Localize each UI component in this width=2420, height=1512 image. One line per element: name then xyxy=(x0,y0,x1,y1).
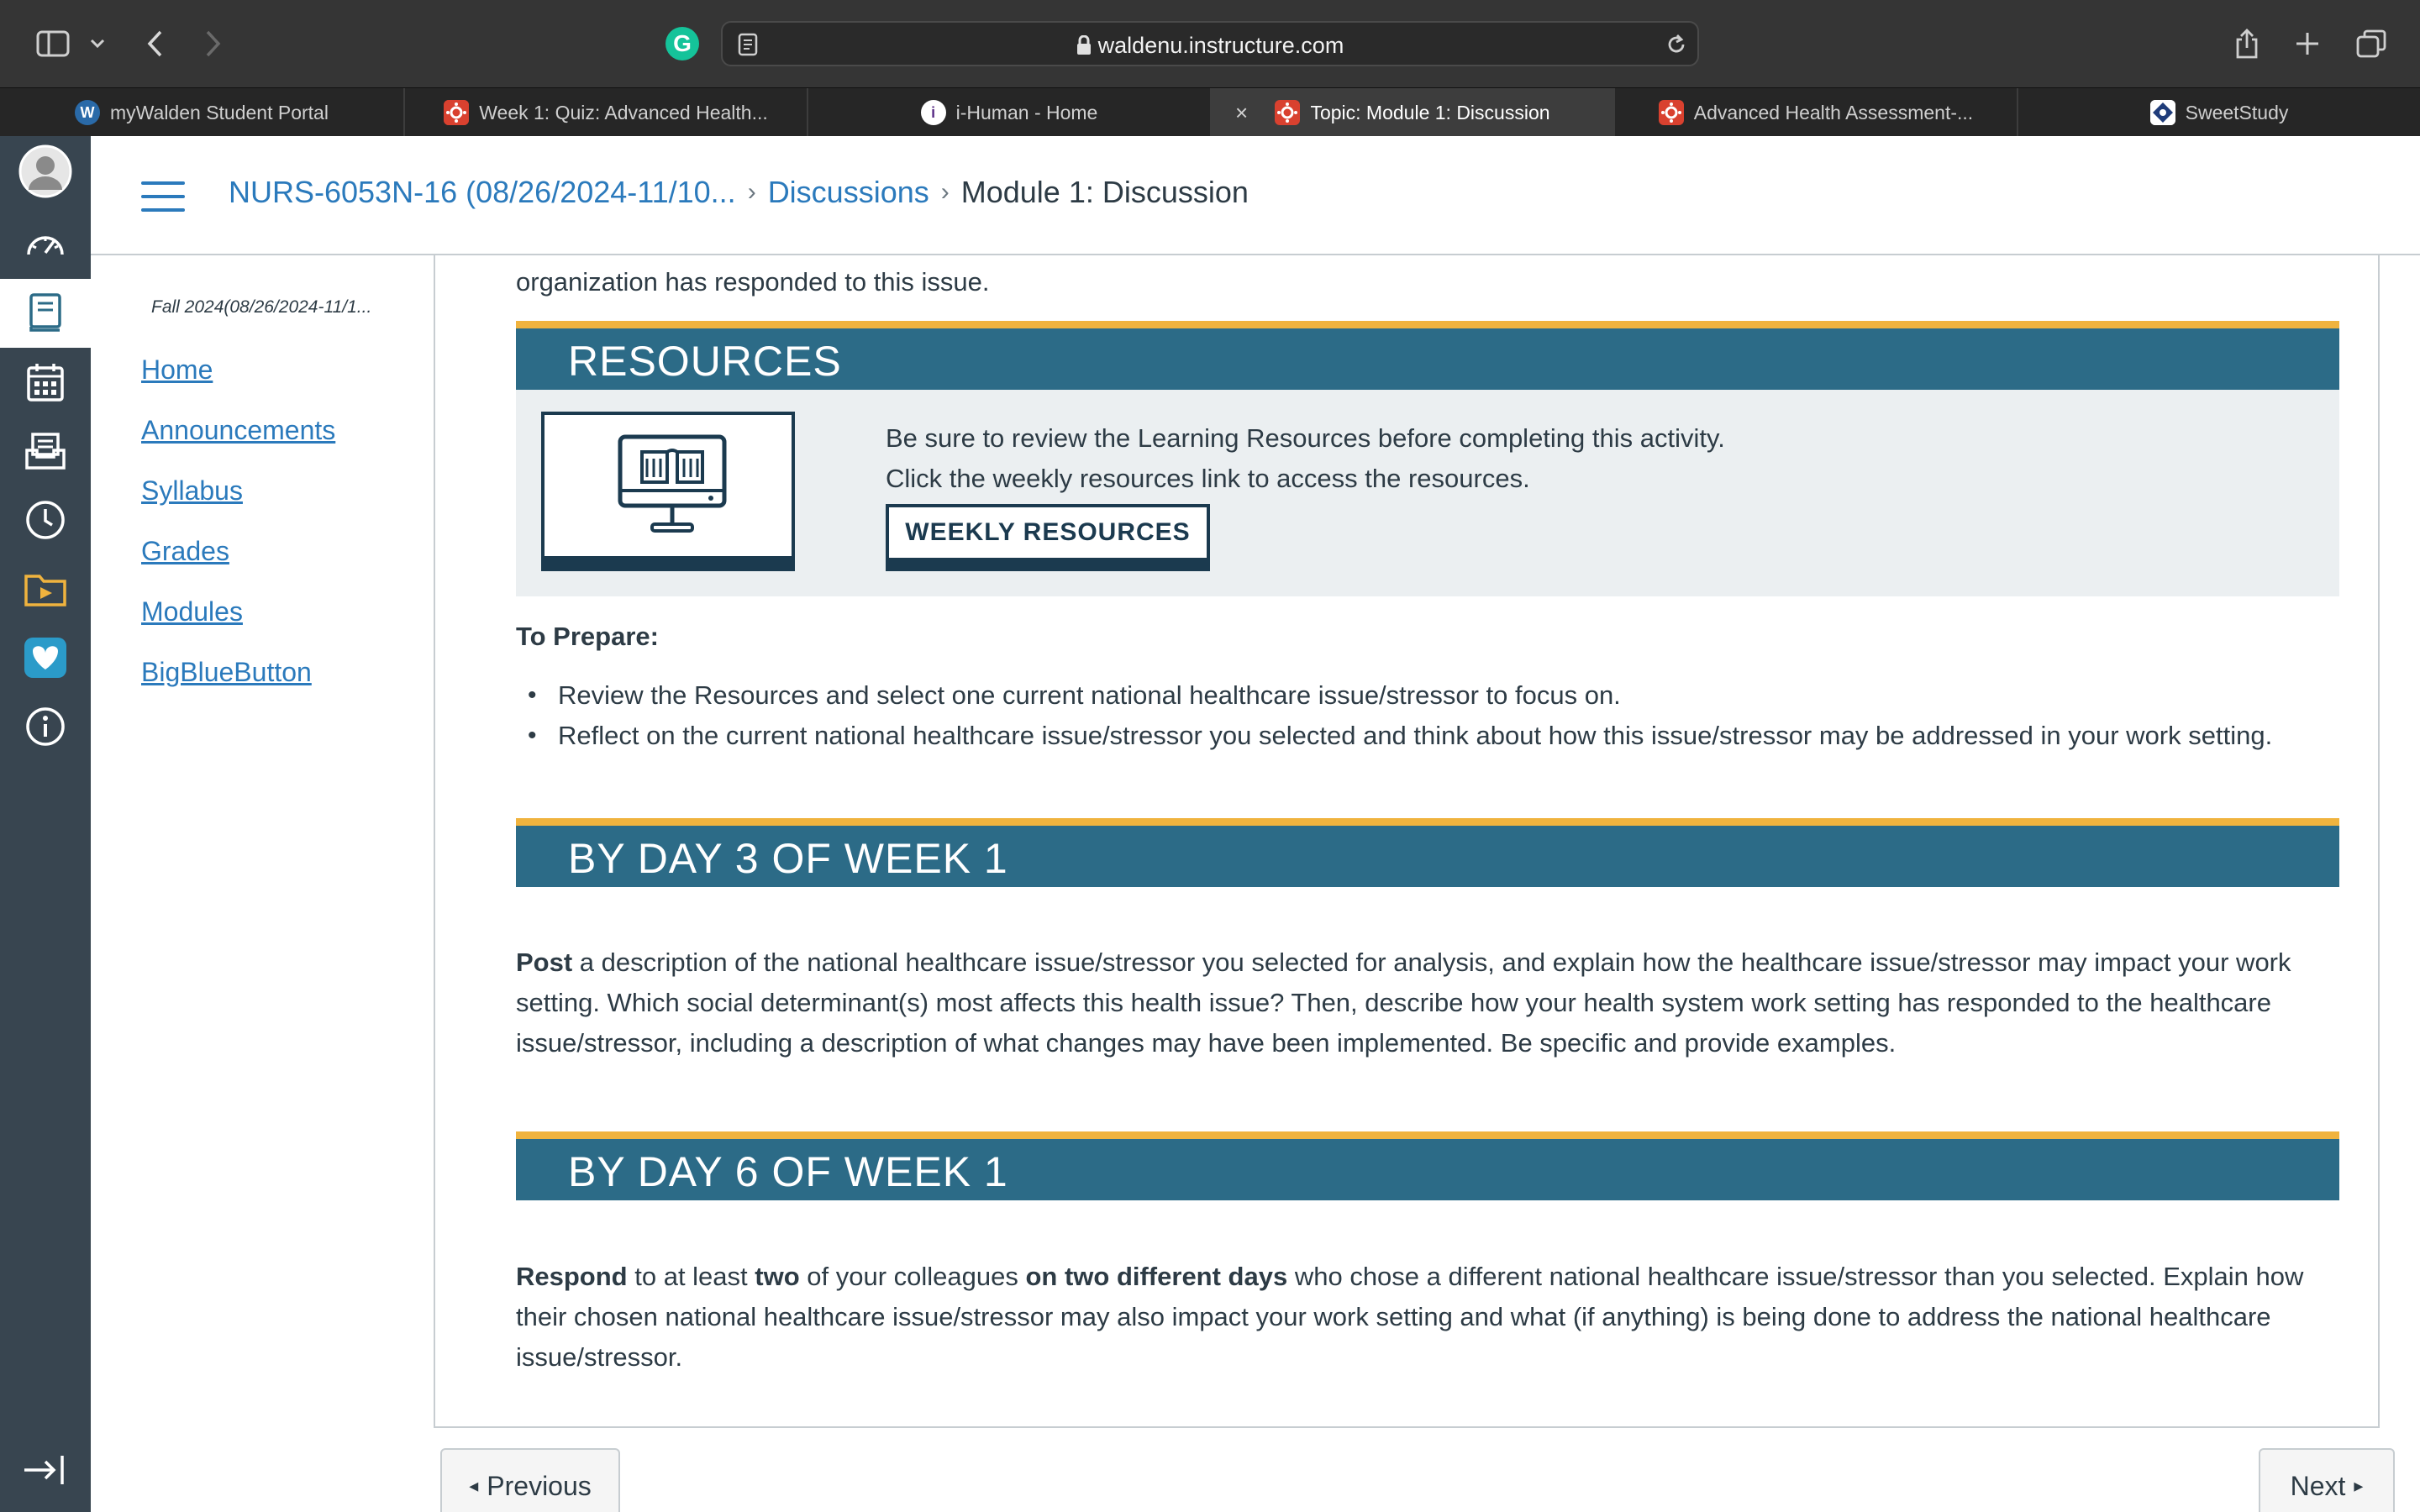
tab-label: Advanced Health Assessment-... xyxy=(1693,101,1974,123)
tab-bar: W myWalden Student Portal Week 1: Quiz: … xyxy=(0,87,2420,137)
day3-title: BY DAY 3 OF WEEK 1 xyxy=(568,835,1008,882)
respond-keyword: Respond xyxy=(516,1262,628,1291)
calendar-icon[interactable] xyxy=(0,348,91,417)
caret-left-icon: ◂ xyxy=(469,1475,479,1496)
day6-text: Respond to at least two of your colleagu… xyxy=(516,1257,2339,1378)
prepare-heading: To Prepare: xyxy=(516,622,659,651)
breadcrumb: NURS-6053N-16 (08/26/2024-11/10... › Dis… xyxy=(229,175,1249,210)
close-tab-icon[interactable]: × xyxy=(1235,100,1248,126)
previous-button[interactable]: ◂ Previous xyxy=(440,1448,620,1512)
intro-text: organization has responded to this issue… xyxy=(516,267,990,297)
day3-instructions: a description of the national healthcare… xyxy=(516,948,2291,1058)
tab-sweetstudy[interactable]: SweetStudy xyxy=(2018,88,2420,137)
day3-banner: BY DAY 3 OF WEEK 1 xyxy=(516,818,2339,887)
course-nav-modules[interactable]: Modules xyxy=(141,596,243,627)
day6-title: BY DAY 6 OF WEEK 1 xyxy=(568,1148,1008,1195)
post-keyword: Post xyxy=(516,948,573,977)
weekly-resources-button[interactable]: WEEKLY RESOURCES xyxy=(886,504,1210,571)
tab-label: SweetStudy xyxy=(2185,101,2289,123)
next-label: Next xyxy=(2290,1470,2346,1501)
day6-banner: BY DAY 6 OF WEEK 1 xyxy=(516,1131,2339,1200)
caret-right-icon: ▸ xyxy=(2354,1475,2364,1496)
resources-title: RESOURCES xyxy=(568,338,842,385)
canvas-icon xyxy=(444,100,470,125)
tab-advanced-health[interactable]: Advanced Health Assessment-... xyxy=(1615,88,2018,137)
back-icon[interactable] xyxy=(139,22,170,66)
course-nav-bigbluebutton[interactable]: BigBlueButton xyxy=(141,657,312,688)
breadcrumb-course[interactable]: NURS-6053N-16 (08/26/2024-11/10... xyxy=(229,175,736,210)
tab-quiz[interactable]: Week 1: Quiz: Advanced Health... xyxy=(405,88,808,137)
collapse-nav-icon[interactable] xyxy=(22,1453,67,1491)
prepare-list: Review the Resources and select one curr… xyxy=(516,675,2272,756)
discussion-content: organization has responded to this issue… xyxy=(434,255,2380,1428)
tab-mywalden[interactable]: W myWalden Student Portal xyxy=(0,88,405,137)
course-nav: Fall 2024(08/26/2024-11/1... Home Announ… xyxy=(91,255,434,1512)
courses-icon[interactable] xyxy=(0,279,91,348)
studio-icon[interactable] xyxy=(0,623,91,692)
day6-text-part: of your colleagues xyxy=(799,1262,1026,1291)
course-nav-grades[interactable]: Grades xyxy=(141,536,229,567)
tab-label: Week 1: Quiz: Advanced Health... xyxy=(479,101,768,123)
two-keyword: two xyxy=(755,1262,800,1291)
url-value: waldenu.instructure.com xyxy=(1097,33,1344,58)
commons-folder-icon[interactable] xyxy=(0,554,91,623)
inbox-icon[interactable] xyxy=(0,417,91,486)
forward-icon[interactable] xyxy=(198,22,229,66)
history-icon[interactable] xyxy=(0,486,91,554)
breadcrumb-separator-icon: › xyxy=(747,178,756,206)
tab-overview-icon[interactable] xyxy=(2353,22,2390,66)
grammarly-icon[interactable]: G xyxy=(666,27,699,60)
dashboard-icon[interactable] xyxy=(0,208,91,277)
course-nav-syllabus[interactable]: Syllabus xyxy=(141,475,243,507)
day6-text-part: to at least xyxy=(627,1262,755,1291)
browser-toolbar: G waldenu.instructure.com xyxy=(0,0,2420,87)
walden-w-icon: W xyxy=(75,100,101,125)
resources-text: Be sure to review the Learning Resources… xyxy=(886,418,1725,499)
chevron-down-icon[interactable] xyxy=(87,22,108,66)
course-nav-home[interactable]: Home xyxy=(141,354,213,386)
different-days-keyword: on two different days xyxy=(1025,1262,1288,1291)
list-item: Reflect on the current national healthca… xyxy=(516,716,2272,756)
tab-ihuman[interactable]: i i-Human - Home xyxy=(808,88,1212,137)
tab-label: i-Human - Home xyxy=(955,101,1098,123)
previous-label: Previous xyxy=(487,1470,592,1501)
computer-book-icon xyxy=(541,412,795,571)
hamburger-menu-icon[interactable] xyxy=(141,181,185,212)
tab-label: Topic: Module 1: Discussion xyxy=(1310,101,1550,123)
resources-banner: RESOURCES xyxy=(516,321,2339,390)
breadcrumb-separator-icon: › xyxy=(940,178,950,206)
sweetstudy-icon xyxy=(2149,100,2175,125)
reload-icon[interactable] xyxy=(1665,33,1687,60)
ihuman-icon: i xyxy=(920,100,946,125)
term-label: Fall 2024(08/26/2024-11/1... xyxy=(151,297,372,317)
address-bar[interactable]: waldenu.instructure.com xyxy=(721,21,1699,66)
account-avatar[interactable] xyxy=(0,136,91,207)
next-button[interactable]: Next ▸ xyxy=(2259,1448,2395,1512)
day3-text: Post a description of the national healt… xyxy=(516,942,2339,1063)
list-item: Review the Resources and select one curr… xyxy=(516,675,2272,716)
canvas-icon xyxy=(1275,100,1301,125)
tab-module-discussion[interactable]: × Topic: Module 1: Discussion xyxy=(1212,88,1615,137)
breadcrumb-discussions[interactable]: Discussions xyxy=(768,175,929,210)
resources-line-2: Click the weekly resources link to acces… xyxy=(886,464,1530,493)
sidebar-toggle-icon[interactable] xyxy=(32,22,74,66)
resources-box: Be sure to review the Learning Resources… xyxy=(516,390,2339,596)
global-nav xyxy=(0,136,91,1512)
resources-line-1: Be sure to review the Learning Resources… xyxy=(886,423,1725,453)
help-info-icon[interactable] xyxy=(0,692,91,761)
tab-label: myWalden Student Portal xyxy=(110,101,329,123)
share-icon[interactable] xyxy=(2230,22,2264,66)
course-nav-announcements[interactable]: Announcements xyxy=(141,415,335,446)
new-tab-icon[interactable] xyxy=(2291,22,2324,66)
course-header: NURS-6053N-16 (08/26/2024-11/10... › Dis… xyxy=(91,136,2420,255)
url-text: waldenu.instructure.com xyxy=(723,33,1697,61)
lock-icon xyxy=(1076,34,1092,61)
canvas-icon xyxy=(1658,100,1684,125)
breadcrumb-current: Module 1: Discussion xyxy=(960,175,1249,209)
